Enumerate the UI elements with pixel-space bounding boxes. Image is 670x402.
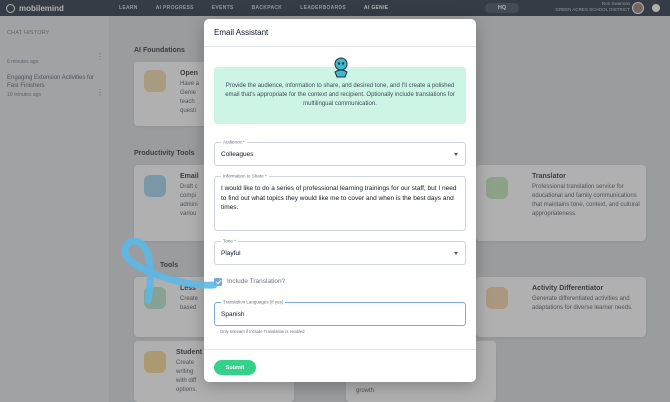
modal-title: Email Assistant [214, 28, 269, 37]
tone-label: Tone * [221, 238, 238, 244]
translation-helper-text: Only relevant if Include Translation is … [220, 329, 305, 334]
genie-icon [334, 57, 348, 78]
audience-select[interactable]: Audience * Colleagues [214, 139, 466, 166]
translation-languages-value: Spanish [221, 311, 245, 318]
audience-label: Audience * [221, 139, 247, 145]
tone-select[interactable]: Tone * Playful [214, 238, 466, 265]
include-translation-label: Include Translation? [227, 278, 286, 285]
audience-value: Colleagues [221, 151, 254, 158]
translation-languages-label: Translation Languages (if yes) [221, 299, 286, 305]
submit-label: Submit [225, 364, 245, 371]
tone-value: Playful [221, 250, 241, 257]
include-translation-checkbox[interactable] [214, 278, 222, 286]
email-assistant-modal: Email Assistant Provide the audience, in… [204, 19, 476, 382]
modal-header: Email Assistant [204, 19, 476, 47]
chevron-down-icon [454, 252, 458, 255]
info-text: Provide the audience, information to sha… [225, 83, 455, 107]
information-value: I would like to do a series of professio… [221, 185, 457, 211]
submit-button[interactable]: Submit [214, 360, 256, 375]
translation-languages-input[interactable]: Translation Languages (if yes) Spanish [214, 299, 466, 326]
information-textarea[interactable]: Information to Share * I would like to d… [214, 173, 466, 231]
modal-divider [204, 349, 476, 350]
chevron-down-icon [454, 153, 458, 156]
information-label: Information to Share * [221, 173, 269, 179]
